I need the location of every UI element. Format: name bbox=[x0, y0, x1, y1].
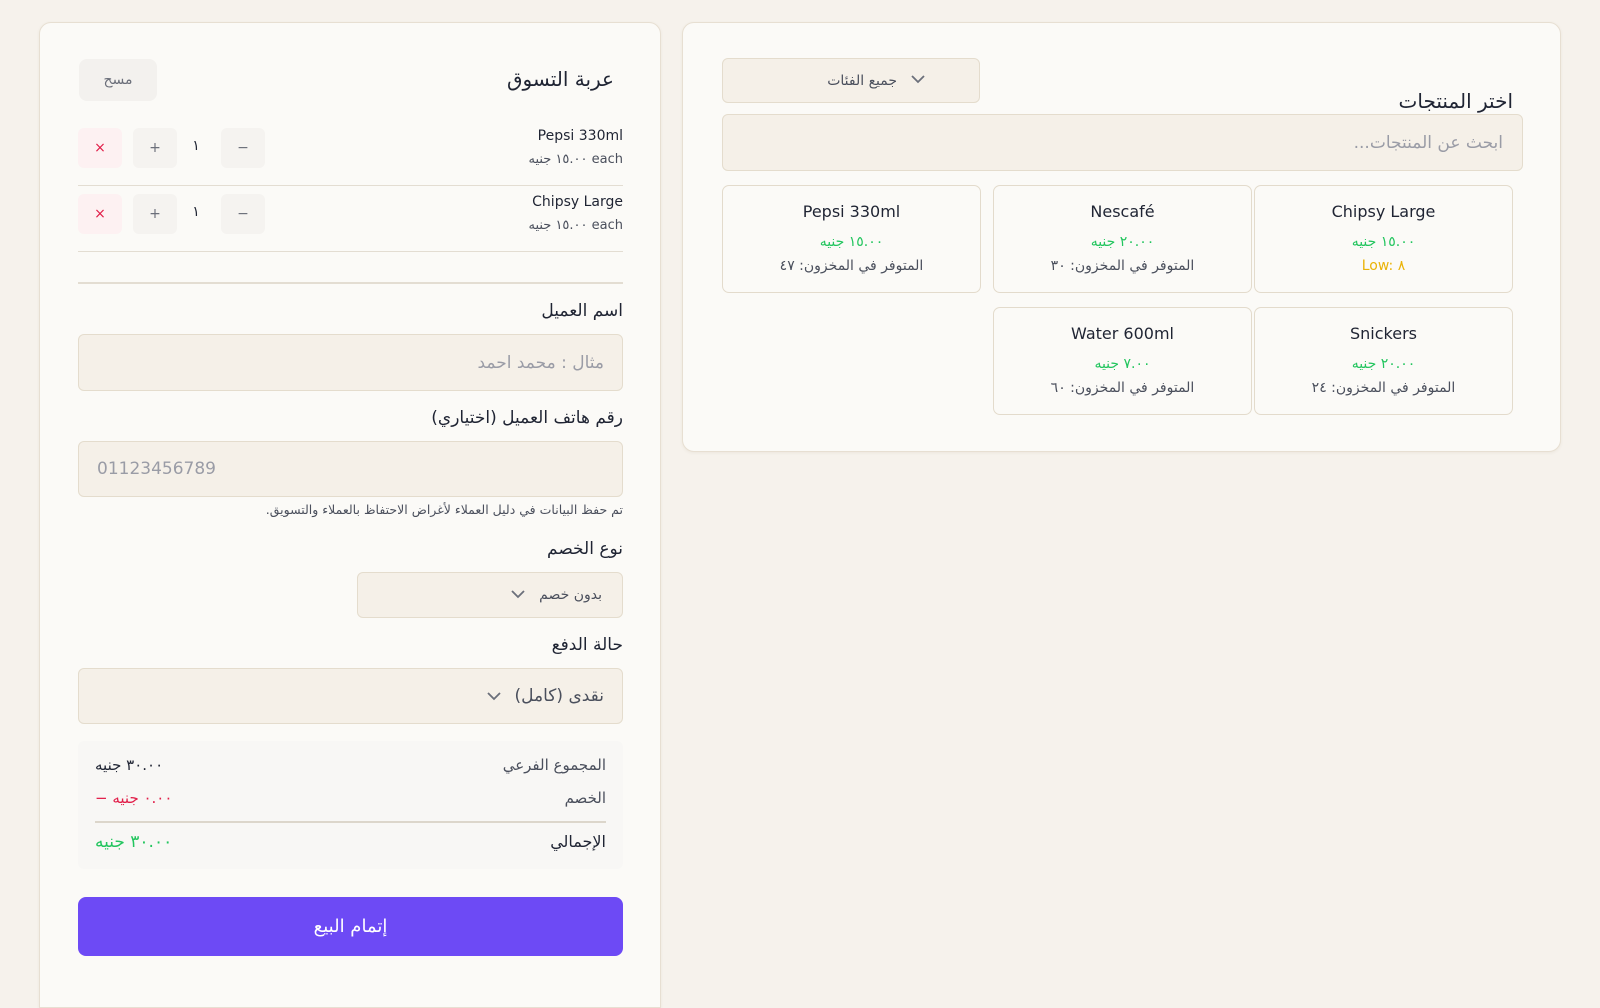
product-name: Water 600ml bbox=[1071, 324, 1174, 343]
section-divider bbox=[78, 282, 623, 284]
minus-icon: − bbox=[237, 206, 249, 222]
payment-status-select[interactable]: نقدى (كامل) bbox=[78, 668, 623, 724]
customer-name-label: اسم العميل bbox=[541, 301, 623, 321]
products-title: اختر المنتجات bbox=[1398, 89, 1513, 113]
product-name: Chipsy Large bbox=[1331, 202, 1436, 221]
discount-label: الخصم bbox=[564, 789, 606, 807]
plus-icon: + bbox=[149, 140, 161, 156]
cart-item-unit-price: ١٥.٠٠ جنيه each bbox=[528, 152, 623, 167]
low-stock-badge: Low: ٨ bbox=[1361, 258, 1406, 274]
item-quantity: ١ bbox=[192, 204, 200, 220]
product-price: ٢٠.٠٠ جنيه bbox=[1090, 234, 1155, 250]
cart-title: عربة التسوق bbox=[507, 67, 614, 91]
product-stock: المتوفر في المخزون: ٤٧ bbox=[779, 258, 924, 274]
customer-name-input[interactable] bbox=[79, 335, 622, 390]
discount-type-select[interactable]: بدون خصم bbox=[357, 572, 623, 618]
privacy-hint: تم حفظ البيانات في دليل العملاء لأغراض ا… bbox=[265, 502, 623, 517]
discount-type-label: نوع الخصم bbox=[547, 539, 623, 559]
customer-name-field[interactable] bbox=[78, 334, 623, 391]
total-value: ٣٠.٠٠ جنيه bbox=[95, 832, 173, 852]
customer-phone-label: رقم هاتف العميل (اختياري) bbox=[431, 408, 623, 428]
chevron-down-icon bbox=[486, 686, 501, 706]
product-stock: المتوفر في المخزون: ٦٠ bbox=[1050, 380, 1195, 396]
product-card-snickers[interactable]: Snickers ٢٠.٠٠ جنيه المتوفر في المخزون: … bbox=[1254, 307, 1513, 415]
cart-panel: عربة التسوق مسح Pepsi 330ml ١٥.٠٠ جنيه e… bbox=[39, 22, 661, 1008]
subtotal-value: ٣٠.٠٠ جنيه bbox=[95, 756, 164, 774]
payment-status-value: نقدى (كامل) bbox=[514, 686, 604, 706]
decrease-qty-button[interactable]: − bbox=[221, 128, 265, 168]
product-card-water[interactable]: Water 600ml ٧.٠٠ جنيه المتوفر في المخزون… bbox=[993, 307, 1252, 415]
product-card-chipsy-large[interactable]: Chipsy Large ١٥.٠٠ جنيه Low: ٨ bbox=[1254, 185, 1513, 293]
customer-phone-field[interactable] bbox=[78, 441, 623, 497]
category-select[interactable]: جميع الفئات bbox=[722, 58, 980, 103]
product-price: ٢٠.٠٠ جنيه bbox=[1351, 356, 1416, 372]
cart-item: Chipsy Large ١٥.٠٠ جنيه each × + ١ − bbox=[78, 186, 623, 252]
product-card-pepsi[interactable]: Pepsi 330ml ١٥.٠٠ جنيه المتوفر في المخزو… bbox=[722, 185, 981, 293]
close-icon: × bbox=[94, 140, 106, 156]
remove-item-button[interactable]: × bbox=[78, 194, 122, 234]
product-name: Snickers bbox=[1350, 324, 1417, 343]
customer-phone-input[interactable] bbox=[79, 442, 622, 496]
cart-item-unit-price: ١٥.٠٠ جنيه each bbox=[528, 218, 623, 233]
decrease-qty-button[interactable]: − bbox=[221, 194, 265, 234]
subtotal-label: المجموع الفرعي bbox=[502, 756, 606, 774]
payment-status-label: حالة الدفع bbox=[551, 635, 623, 655]
plus-icon: + bbox=[149, 206, 161, 222]
discount-type-value: بدون خصم bbox=[539, 587, 602, 603]
category-select-value: جميع الفئات bbox=[827, 72, 897, 89]
product-name: Pepsi 330ml bbox=[802, 202, 901, 221]
product-stock: المتوفر في المخزون: ٢٤ bbox=[1311, 380, 1456, 396]
product-search[interactable] bbox=[722, 114, 1523, 171]
cart-item-name: Pepsi 330ml bbox=[537, 128, 623, 144]
complete-sale-button[interactable]: إتمام البيع bbox=[78, 897, 623, 956]
total-label: الإجمالي bbox=[550, 832, 606, 851]
cart-item-name: Chipsy Large bbox=[532, 194, 623, 210]
products-panel: اختر المنتجات جميع الفئات Chipsy Large ١… bbox=[682, 22, 1561, 452]
chevron-down-icon bbox=[511, 587, 525, 603]
remove-item-button[interactable]: × bbox=[78, 128, 122, 168]
close-icon: × bbox=[94, 206, 106, 222]
clear-cart-button[interactable]: مسح bbox=[79, 59, 157, 101]
product-price: ٧.٠٠ جنيه bbox=[1094, 356, 1151, 372]
increase-qty-button[interactable]: + bbox=[133, 128, 177, 168]
product-name: Nescafé bbox=[1090, 202, 1155, 221]
chevron-down-icon bbox=[911, 73, 925, 88]
item-quantity: ١ bbox=[192, 138, 200, 154]
discount-value: − ٠.٠٠ جنيه bbox=[95, 789, 173, 807]
product-price: ١٥.٠٠ جنيه bbox=[819, 234, 884, 250]
minus-icon: − bbox=[237, 140, 249, 156]
cart-item: Pepsi 330ml ١٥.٠٠ جنيه each × + ١ − bbox=[78, 120, 623, 186]
product-stock: المتوفر في المخزون: ٣٠ bbox=[1050, 258, 1195, 274]
summary-divider bbox=[95, 821, 606, 823]
order-summary: المجموع الفرعي ٣٠.٠٠ جنيه الخصم − ٠.٠٠ ج… bbox=[78, 741, 623, 869]
product-search-input[interactable] bbox=[723, 115, 1522, 170]
product-price: ١٥.٠٠ جنيه bbox=[1351, 234, 1416, 250]
increase-qty-button[interactable]: + bbox=[133, 194, 177, 234]
product-card-nescafe[interactable]: Nescafé ٢٠.٠٠ جنيه المتوفر في المخزون: ٣… bbox=[993, 185, 1252, 293]
